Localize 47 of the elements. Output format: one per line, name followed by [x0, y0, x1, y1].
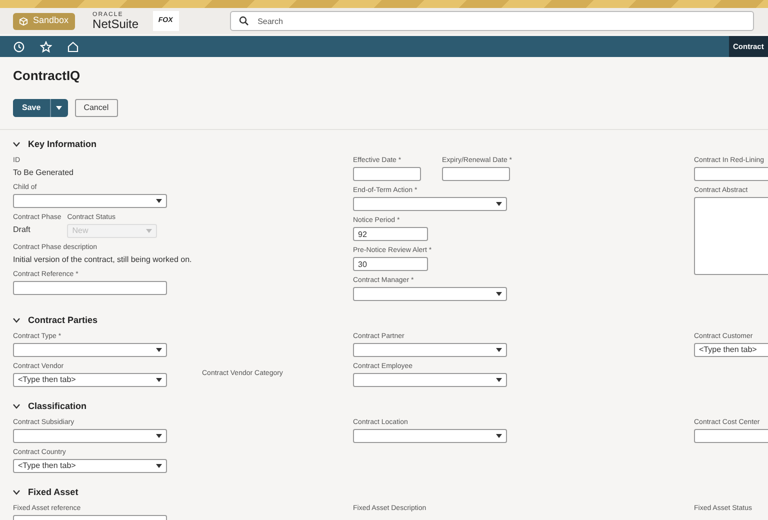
- text-field[interactable]: 92: [353, 227, 428, 241]
- chevron-down-icon[interactable]: [13, 490, 20, 494]
- caret-icon: [496, 202, 502, 206]
- dropdown[interactable]: [353, 197, 507, 211]
- star-icon[interactable]: [40, 40, 52, 52]
- caret-icon: [496, 292, 502, 296]
- caret-icon: [496, 348, 502, 352]
- dropdown[interactable]: [13, 194, 167, 208]
- caret-icon: [156, 199, 162, 203]
- search-field[interactable]: Search: [230, 11, 754, 31]
- text-field[interactable]: [442, 167, 510, 181]
- text-field[interactable]: [13, 281, 167, 295]
- cube-icon: [19, 16, 28, 26]
- cancel-button[interactable]: Cancel: [74, 99, 118, 117]
- caret-icon: [496, 434, 502, 438]
- dropdown[interactable]: [353, 287, 507, 301]
- dropdown[interactable]: [13, 429, 167, 443]
- dropdown[interactable]: <Type then tab>: [13, 373, 167, 387]
- search-icon: [238, 16, 249, 26]
- text-field[interactable]: [353, 167, 421, 181]
- section-heading[interactable]: Key Information: [28, 138, 97, 150]
- section-heading[interactable]: Classification: [28, 400, 87, 412]
- caret-icon: [146, 229, 152, 233]
- page-title: ContractIQ: [13, 67, 82, 85]
- dropdown[interactable]: <Type then tab>: [13, 459, 167, 473]
- dropdown[interactable]: [353, 373, 507, 387]
- section-heading[interactable]: Contract Parties: [28, 314, 98, 326]
- field-value: Initial version of the contract, still being worked on.: [13, 254, 193, 265]
- dropdown[interactable]: [353, 343, 507, 357]
- caret-icon: [156, 348, 162, 352]
- chevron-down-icon[interactable]: [13, 142, 20, 146]
- home-icon[interactable]: [67, 40, 79, 52]
- section-heading[interactable]: Fixed Asset: [28, 486, 78, 498]
- dropdown[interactable]: [13, 343, 167, 357]
- dropdown[interactable]: [353, 429, 507, 443]
- caret-icon: [156, 434, 162, 438]
- caret-icon: [56, 106, 62, 110]
- dropdown[interactable]: <Type then tab>: [694, 343, 768, 357]
- caret-icon: [496, 378, 502, 382]
- text-field[interactable]: 30: [353, 257, 428, 271]
- field-value: Draft: [13, 224, 32, 235]
- field-value: To Be Generated: [13, 167, 74, 178]
- chevron-down-icon[interactable]: [13, 404, 20, 408]
- history-icon[interactable]: [13, 40, 25, 52]
- chevron-down-icon[interactable]: [13, 318, 20, 322]
- caret-icon: [156, 378, 162, 382]
- caret-icon: [156, 464, 162, 468]
